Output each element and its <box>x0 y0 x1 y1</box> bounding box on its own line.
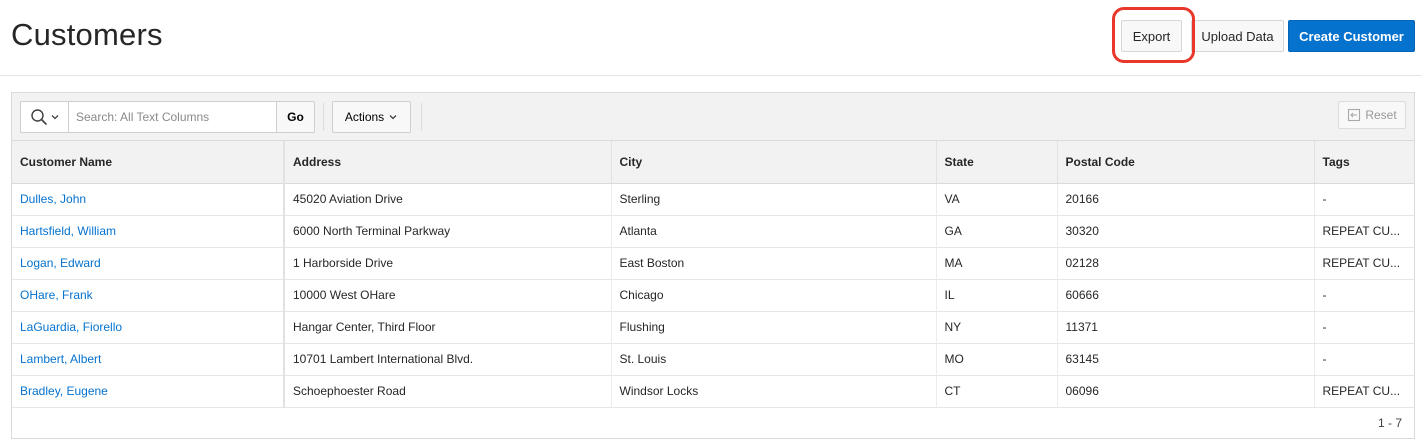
actions-label: Actions <box>344 110 385 124</box>
postal-code-cell: 02128 <box>1057 247 1315 280</box>
customer-name-cell: LaGuardia, Fiorello <box>12 311 285 344</box>
column-header-city[interactable]: City <box>611 141 937 184</box>
address-cell: 10701 Lambert International Blvd. <box>284 343 612 376</box>
state-cell: MO <box>936 343 1058 376</box>
table-header-row: Customer Name Address City State Postal … <box>12 141 1414 184</box>
postal-code-cell: 63145 <box>1057 343 1315 376</box>
search-bar: Go <box>20 101 315 133</box>
table-row: Logan, Edward 1 Harborside Drive East Bo… <box>12 247 1414 280</box>
tags-cell: REPEAT CU... <box>1314 215 1414 248</box>
create-customer-button[interactable]: Create Customer <box>1288 20 1415 52</box>
tags-cell: - <box>1314 279 1414 312</box>
reset-label: Reset <box>1365 108 1397 122</box>
customer-link[interactable]: LaGuardia, Fiorello <box>20 320 122 334</box>
toolbar-divider <box>323 103 324 131</box>
customer-link[interactable]: Bradley, Eugene <box>20 384 108 398</box>
customers-table: Customer Name Address City State Postal … <box>12 141 1414 408</box>
customer-link[interactable]: Hartsfield, William <box>20 224 116 238</box>
column-header-customer-name[interactable]: Customer Name <box>12 141 285 184</box>
postal-code-cell: 60666 <box>1057 279 1315 312</box>
city-cell: Sterling <box>611 183 937 216</box>
page-header: Customers Export Upload Data Create Cust… <box>0 0 1422 76</box>
table-row: Bradley, Eugene Schoephoester Road Winds… <box>12 375 1414 408</box>
address-cell: Schoephoester Road <box>284 375 612 408</box>
customer-name-cell: Lambert, Albert <box>12 343 285 376</box>
toolbar-divider <box>421 103 422 131</box>
export-button[interactable]: Export <box>1121 20 1182 52</box>
column-header-tags[interactable]: Tags <box>1314 141 1414 184</box>
customer-name-cell: Hartsfield, William <box>12 215 285 248</box>
address-cell: 6000 North Terminal Parkway <box>284 215 612 248</box>
state-cell: MA <box>936 247 1058 280</box>
customer-name-cell: OHare, Frank <box>12 279 285 312</box>
pagination-range: 1 - 7 <box>1377 416 1402 430</box>
search-icon <box>30 109 47 125</box>
chevron-down-icon <box>51 115 58 120</box>
address-cell: 45020 Aviation Drive <box>284 183 612 216</box>
page-title: Customers <box>11 17 163 52</box>
customer-name-cell: Logan, Edward <box>12 247 285 280</box>
go-button[interactable]: Go <box>277 101 315 133</box>
table-row: Lambert, Albert 10701 Lambert Internatio… <box>12 343 1414 376</box>
tags-cell: REPEAT CU... <box>1314 247 1414 280</box>
address-cell: Hangar Center, Third Floor <box>284 311 612 344</box>
postal-code-cell: 20166 <box>1057 183 1315 216</box>
reset-icon <box>1348 108 1361 122</box>
chevron-down-icon <box>389 115 397 120</box>
customers-report-region: Go Actions Reset Customer Name Addres <box>11 92 1415 439</box>
report-toolbar: Go Actions Reset <box>12 93 1414 141</box>
table-row: OHare, Frank 10000 West OHare Chicago IL… <box>12 279 1414 312</box>
customer-name-cell: Dulles, John <box>12 183 285 216</box>
customer-link[interactable]: Lambert, Albert <box>20 352 101 366</box>
customer-name-cell: Bradley, Eugene <box>12 375 285 408</box>
state-cell: CT <box>936 375 1058 408</box>
tags-cell: REPEAT CU... <box>1314 375 1414 408</box>
postal-code-cell: 06096 <box>1057 375 1315 408</box>
tags-cell: - <box>1314 183 1414 216</box>
customer-link[interactable]: OHare, Frank <box>20 288 93 302</box>
city-cell: Windsor Locks <box>611 375 937 408</box>
column-header-address[interactable]: Address <box>284 141 612 184</box>
city-cell: Chicago <box>611 279 937 312</box>
reset-button[interactable]: Reset <box>1338 101 1406 129</box>
state-cell: IL <box>936 279 1058 312</box>
address-cell: 10000 West OHare <box>284 279 612 312</box>
upload-data-button[interactable]: Upload Data <box>1191 20 1284 52</box>
customer-link[interactable]: Dulles, John <box>20 192 86 206</box>
city-cell: St. Louis <box>611 343 937 376</box>
search-input[interactable] <box>68 101 277 133</box>
tags-cell: - <box>1314 343 1414 376</box>
postal-code-cell: 30320 <box>1057 215 1315 248</box>
city-cell: Atlanta <box>611 215 937 248</box>
postal-code-cell: 11371 <box>1057 311 1315 344</box>
actions-menu-button[interactable]: Actions <box>332 101 411 133</box>
table-row: LaGuardia, Fiorello Hangar Center, Third… <box>12 311 1414 344</box>
column-header-postal-code[interactable]: Postal Code <box>1057 141 1315 184</box>
table-row: Dulles, John 45020 Aviation Drive Sterli… <box>12 183 1414 216</box>
state-cell: VA <box>936 183 1058 216</box>
customer-link[interactable]: Logan, Edward <box>20 256 101 270</box>
city-cell: East Boston <box>611 247 937 280</box>
city-cell: Flushing <box>611 311 937 344</box>
address-cell: 1 Harborside Drive <box>284 247 612 280</box>
search-column-menu[interactable] <box>20 101 68 133</box>
state-cell: NY <box>936 311 1058 344</box>
column-header-state[interactable]: State <box>936 141 1058 184</box>
state-cell: GA <box>936 215 1058 248</box>
tags-cell: - <box>1314 311 1414 344</box>
table-row: Hartsfield, William 6000 North Terminal … <box>12 215 1414 248</box>
